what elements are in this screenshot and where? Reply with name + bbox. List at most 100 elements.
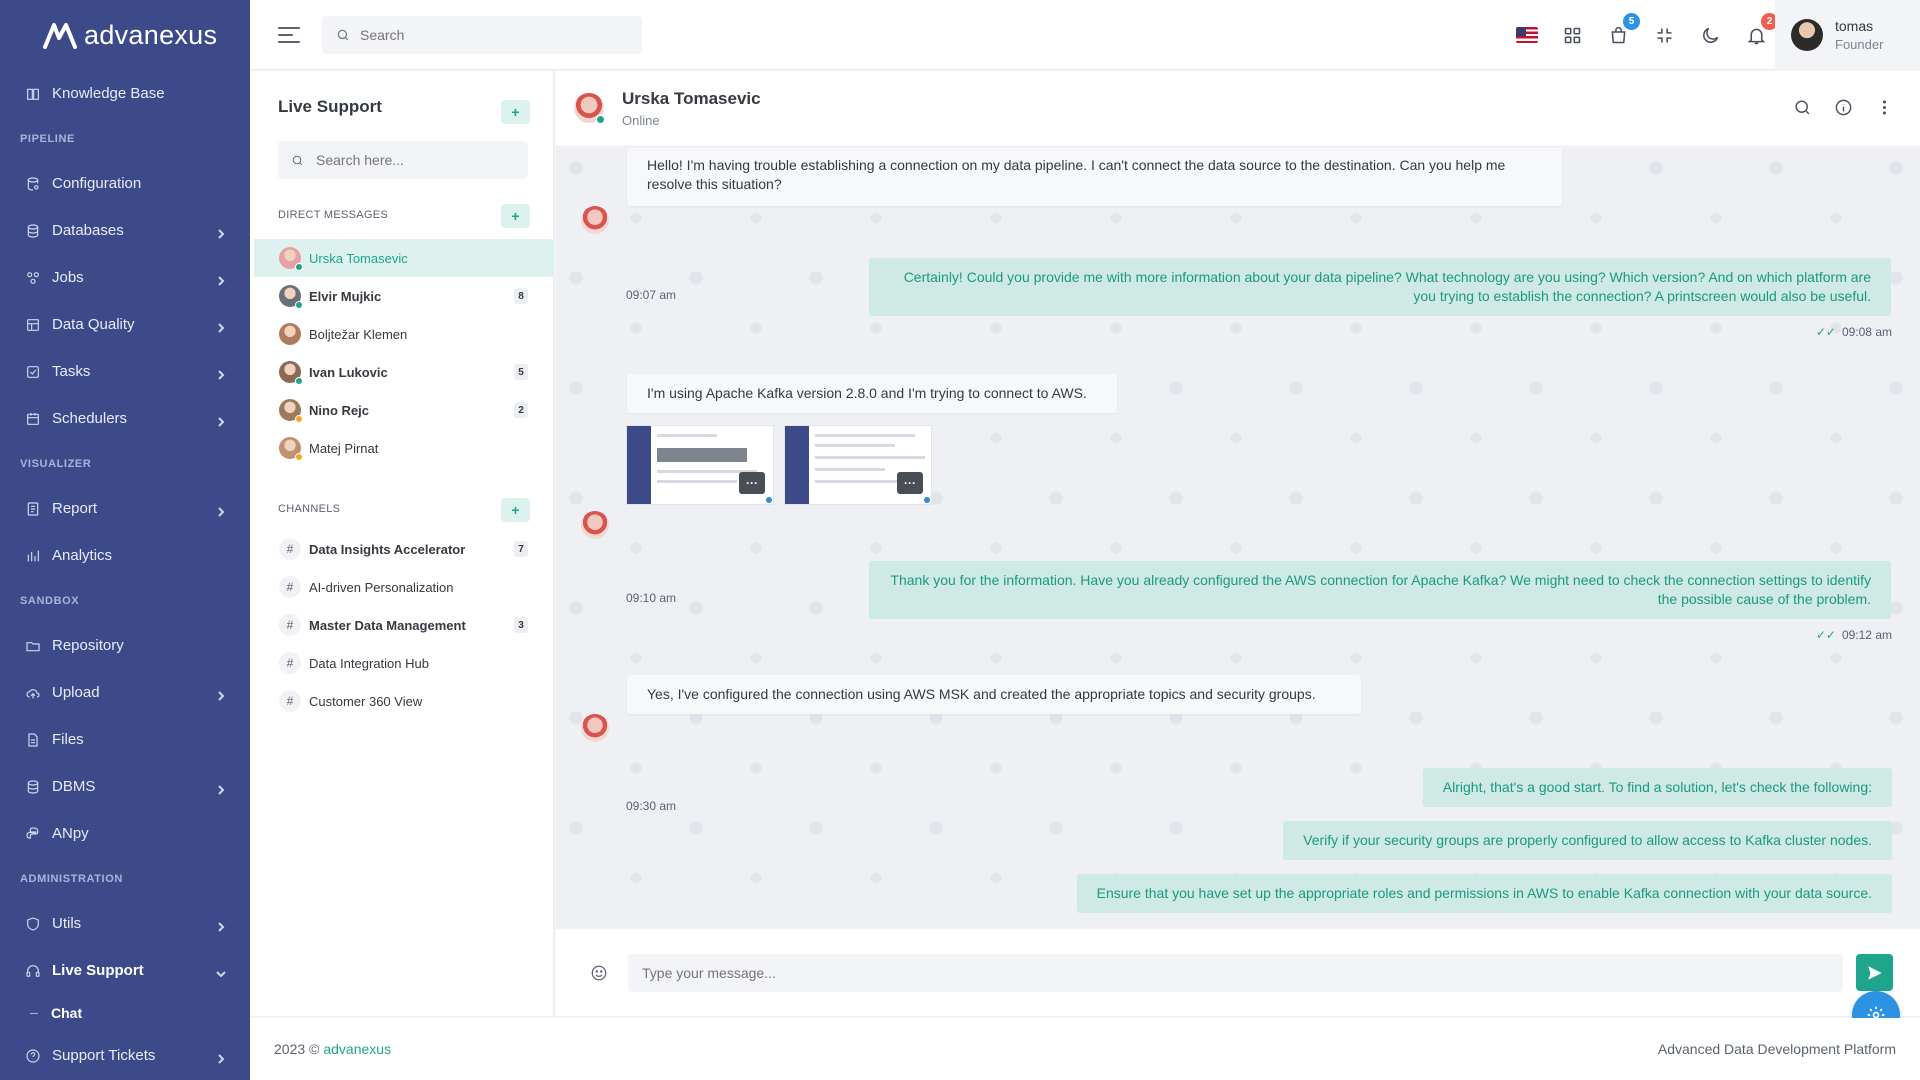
chevron-right-icon: [216, 782, 226, 795]
cart-button[interactable]: 5: [1607, 12, 1640, 47]
user-menu[interactable]: tomas Founder: [1775, 0, 1920, 70]
database-icon: [24, 778, 42, 796]
direct-message-item[interactable]: Boljtežar Klemen: [254, 315, 554, 353]
hash-icon: #: [279, 690, 301, 712]
chevron-right-icon: [216, 367, 226, 380]
search-input[interactable]: [360, 26, 620, 43]
app-logo[interactable]: advanexus: [0, 0, 250, 70]
avatar: [279, 323, 301, 345]
sidebar-item-databases[interactable]: Databases: [0, 207, 250, 254]
dark-mode-moon-icon[interactable]: [1699, 24, 1722, 47]
incoming-message: Yes, I've configured the connection usin…: [627, 675, 1361, 714]
sidebar-item-label: Upload: [52, 684, 100, 701]
search-icon[interactable]: [1793, 98, 1812, 120]
message-time: 09:07 am: [626, 288, 677, 302]
channel-item[interactable]: # Master Data Management 3: [254, 606, 554, 644]
channels-list: # Data Insights Accelerator 7 # AI-driven Pe…: [254, 530, 554, 720]
channels-heading: CHANNELS: [278, 503, 341, 515]
sidebar-item-label: Support Tickets: [52, 1047, 156, 1064]
hash-icon: #: [279, 652, 301, 674]
more-horizontal-icon[interactable]: ···: [897, 472, 923, 494]
sidebar-item-utils[interactable]: Utils: [0, 900, 250, 947]
channel-item[interactable]: # Data Integration Hub: [254, 644, 554, 682]
sidebar-item-schedulers[interactable]: Schedulers: [0, 395, 250, 442]
sidebar-subitem-label: Chat: [51, 1005, 83, 1021]
sidebar-item-support-tickets[interactable]: Support Tickets: [0, 1032, 250, 1079]
add-direct-message-button[interactable]: +: [501, 204, 530, 228]
sidebar-item-configuration[interactable]: Configuration: [0, 160, 250, 207]
topbar: 5 2 tomas Founder: [250, 0, 1920, 70]
channel-item[interactable]: # AI-driven Personalization: [254, 568, 554, 606]
sidebar-item-report[interactable]: Report: [0, 485, 250, 532]
double-check-icon: ✓✓: [1815, 628, 1836, 642]
chat-search-input[interactable]: [316, 152, 516, 168]
direct-message-item[interactable]: Ivan Lukovic 5: [254, 353, 554, 391]
direct-message-item[interactable]: Nino Rejc 2: [254, 391, 554, 429]
hash-icon: #: [279, 576, 301, 598]
channel-item[interactable]: # Customer 360 View: [254, 682, 554, 720]
contact-avatar: [581, 206, 609, 234]
notifications-button[interactable]: 2: [1745, 12, 1778, 47]
footer: 2023 © advanexus Advanced Data Developme…: [250, 1018, 1920, 1080]
direct-message-item[interactable]: Urska Tomasevic: [254, 239, 554, 277]
sidebar-item-data-quality[interactable]: Data Quality: [0, 301, 250, 348]
sidebar-item-files[interactable]: Files: [0, 716, 250, 763]
chevron-down-icon: [216, 966, 226, 977]
info-icon[interactable]: [1834, 98, 1853, 120]
book-icon: [24, 85, 42, 103]
direct-message-item[interactable]: Elvir Mujkic 8: [254, 277, 554, 315]
table-icon: [24, 316, 42, 334]
sidebar-item-upload[interactable]: Upload: [0, 669, 250, 716]
image-attachment[interactable]: ···: [784, 425, 932, 505]
add-channel-button[interactable]: +: [501, 498, 530, 522]
sidebar-item-label: ANpy: [52, 825, 89, 842]
channel-name: Data Integration Hub: [309, 655, 429, 671]
direct-message-item[interactable]: Matej Pirnat: [254, 429, 554, 467]
sidebar-subitem-chat[interactable]: Chat: [0, 994, 250, 1032]
apps-grid-icon[interactable]: [1561, 24, 1584, 47]
message-time: ✓✓ 09:12 am: [1815, 628, 1892, 642]
sidebar-item-live-support[interactable]: Live Support: [0, 947, 250, 994]
message-time: ✓✓ 09:08 am: [1815, 325, 1892, 339]
sidebar-item-anpy[interactable]: ANpy: [0, 810, 250, 857]
python-icon: [24, 825, 42, 843]
hash-icon: #: [279, 614, 301, 636]
sidebar-item-repository[interactable]: Repository: [0, 622, 250, 669]
contact-name: Urska Tomasevic: [622, 89, 761, 108]
fullscreen-exit-icon[interactable]: [1653, 24, 1676, 47]
topbar-actions: 5 2: [1515, 0, 1778, 70]
new-chat-button[interactable]: +: [501, 100, 530, 124]
contact-name: Elvir Mujkic: [309, 288, 382, 304]
image-attachment[interactable]: ···: [626, 425, 774, 505]
channel-name: Customer 360 View: [309, 693, 423, 709]
nav-section-heading: PIPELINE: [20, 132, 75, 145]
chevron-right-icon: [216, 273, 226, 286]
contact-avatar[interactable]: [574, 93, 605, 124]
sidebar-item-label: Jobs: [52, 269, 84, 286]
outgoing-message: Thank you for the information. Have you …: [869, 561, 1891, 619]
sidebar-item-tasks[interactable]: Tasks: [0, 348, 250, 395]
bar-chart-icon: [24, 547, 42, 565]
more-vertical-icon[interactable]: [1875, 98, 1894, 120]
sidebar-item-label: Utils: [52, 915, 82, 932]
incoming-message: I'm using Apache Kafka version 2.8.0 and…: [627, 374, 1117, 413]
double-check-icon: ✓✓: [1815, 325, 1836, 339]
footer-brand-link[interactable]: advanexus: [323, 1041, 391, 1057]
sidebar-item-analytics[interactable]: Analytics: [0, 532, 250, 579]
send-button[interactable]: [1856, 954, 1893, 991]
channel-item[interactable]: # Data Insights Accelerator 7: [254, 530, 554, 568]
menu-toggle-icon[interactable]: [278, 26, 300, 43]
sidebar-item-dbms[interactable]: DBMS: [0, 763, 250, 810]
unread-count-badge: 2: [514, 402, 528, 418]
sidebar-item-label: Live Support: [52, 962, 144, 979]
message-input[interactable]: [628, 954, 1843, 992]
emoji-icon[interactable]: [590, 964, 610, 984]
sidebar-item-jobs[interactable]: Jobs: [0, 254, 250, 301]
more-horizontal-icon[interactable]: ···: [739, 472, 765, 494]
online-status-dot: [596, 115, 605, 124]
sidebar-item-knowledge-base[interactable]: Knowledge Base: [0, 70, 250, 117]
sidebar: advanexus Knowledge Base PIPELINE Configur…: [0, 0, 250, 1080]
language-flag-icon[interactable]: [1515, 24, 1538, 47]
contact-status: Online: [622, 113, 660, 128]
direct-messages-heading: DIRECT MESSAGES: [278, 209, 389, 221]
